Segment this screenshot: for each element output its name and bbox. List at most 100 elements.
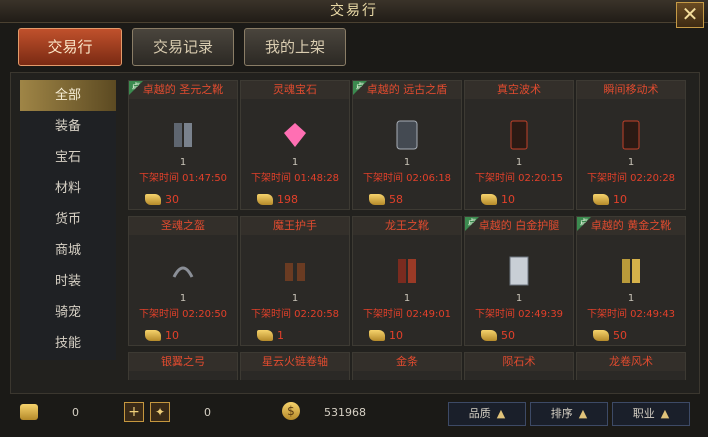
item-price: 1 — [257, 327, 284, 343]
scroll-icon — [622, 120, 640, 150]
item-name: 金条 — [353, 353, 461, 371]
item-name: 星云火链卷轴 — [241, 353, 349, 371]
sidebar-item-equipment[interactable]: 装备 — [20, 111, 116, 142]
sidebar-item-skills[interactable]: 技能 — [20, 328, 116, 359]
item-card[interactable]: 灵魂宝石 1 下架时间 01:48:28 198 — [240, 80, 350, 210]
item-name: 卓越的 远古之盾 — [353, 81, 461, 99]
coin-icon — [593, 329, 609, 341]
sidebar-item-all[interactable]: 全部 — [20, 80, 116, 111]
title-bar: 交易行 — [0, 0, 708, 23]
gold-amount: 531968 — [324, 406, 366, 419]
pet-icon: ✦ — [150, 402, 170, 422]
coin-icon — [369, 329, 385, 341]
trade-window: 交易行 ✕ 交易行 交易记录 我的上架 全部 装备 宝石 材料 货币 商城 时装… — [0, 0, 708, 437]
sidebar-item-fashion[interactable]: 时装 — [20, 266, 116, 297]
tab-records[interactable]: 交易记录 — [132, 28, 234, 66]
item-name: 魔王护手 — [241, 217, 349, 235]
item-price: 10 — [593, 191, 627, 207]
scroll-icon — [510, 120, 528, 150]
item-quantity: 1 — [403, 293, 411, 304]
leggings-icon — [509, 256, 529, 286]
item-card[interactable]: 金条 — [352, 352, 462, 380]
item-expire-time: 下架时间 02:20:58 — [250, 309, 340, 320]
tab-my-listings[interactable]: 我的上架 — [244, 28, 346, 66]
item-card[interactable]: 龙王之靴 1 下架时间 02:49:01 10 — [352, 216, 462, 346]
item-quantity: 1 — [179, 293, 187, 304]
coin-icon — [593, 193, 609, 205]
item-quantity: 1 — [515, 157, 523, 168]
item-quantity: 1 — [403, 157, 411, 168]
item-expire-time: 下架时间 02:20:28 — [586, 173, 676, 184]
close-icon[interactable]: ✕ — [676, 2, 704, 28]
item-quantity: 1 — [291, 293, 299, 304]
item-price: 10 — [369, 327, 403, 343]
quality-filter-button[interactable]: 品质 ▲ — [448, 402, 526, 426]
item-card[interactable]: 卓越的 白金护腿 卓 1 下架时间 02:49:39 50 — [464, 216, 574, 346]
item-card[interactable]: 陨石术 — [464, 352, 574, 380]
boots-icon — [174, 123, 192, 147]
item-name: 卓越的 白金护腿 — [465, 217, 573, 235]
coin-count: 0 — [72, 406, 79, 419]
item-card[interactable]: 瞬间移动术 1 下架时间 02:20:28 10 — [576, 80, 686, 210]
item-name: 卓越的 圣元之靴 — [129, 81, 237, 99]
item-expire-time: 下架时间 02:20:50 — [138, 309, 228, 320]
item-name: 龙卷风术 — [577, 353, 685, 371]
sort-button[interactable]: 排序 ▲ — [530, 402, 608, 426]
coin-icon — [481, 329, 497, 341]
item-quantity: 1 — [515, 293, 523, 304]
item-name: 灵魂宝石 — [241, 81, 349, 99]
item-name: 龙王之靴 — [353, 217, 461, 235]
gloves-icon — [285, 263, 305, 281]
sidebar-item-mall[interactable]: 商城 — [20, 235, 116, 266]
item-card[interactable]: 卓越的 黄金之靴 卓 1 下架时间 02:49:43 50 — [576, 216, 686, 346]
item-card[interactable]: 真空波术 1 下架时间 02:20:15 10 — [464, 80, 574, 210]
item-expire-time: 下架时间 02:49:01 — [362, 309, 452, 320]
window-title: 交易行 — [330, 3, 378, 19]
boots-icon — [398, 259, 416, 283]
item-name: 瞬间移动术 — [577, 81, 685, 99]
coin-icon — [20, 404, 38, 420]
item-quantity: 1 — [627, 157, 635, 168]
item-card[interactable]: 圣魂之盔 1 下架时间 02:20:50 10 — [128, 216, 238, 346]
item-card[interactable]: 星云火链卷轴 — [240, 352, 350, 380]
item-quantity: 1 — [179, 157, 187, 168]
item-price: 10 — [481, 191, 515, 207]
item-card[interactable]: 魔王护手 1 下架时间 02:20:58 1 — [240, 216, 350, 346]
coin-icon — [257, 329, 273, 341]
item-expire-time: 下架时间 02:06:18 — [362, 173, 452, 184]
item-name: 陨石术 — [465, 353, 573, 371]
item-price: 58 — [369, 191, 403, 207]
category-sidebar: 全部 装备 宝石 材料 货币 商城 时装 骑宠 技能 — [20, 80, 116, 360]
item-name: 卓越的 黄金之靴 — [577, 217, 685, 235]
coin-icon — [145, 193, 161, 205]
shield-icon — [396, 120, 418, 150]
sidebar-item-materials[interactable]: 材料 — [20, 173, 116, 204]
item-expire-time: 下架时间 02:49:43 — [586, 309, 676, 320]
helmet-icon — [172, 266, 194, 278]
pet-count: 0 — [204, 406, 211, 419]
item-name: 圣魂之盔 — [129, 217, 237, 235]
item-price: 50 — [481, 327, 515, 343]
coin-icon — [369, 193, 385, 205]
add-icon[interactable]: + — [124, 402, 144, 422]
class-filter-button[interactable]: 职业 ▲ — [612, 402, 690, 426]
gold-icon: $ — [282, 402, 300, 420]
item-price: 10 — [145, 327, 179, 343]
item-card[interactable]: 卓越的 远古之盾 卓 1 下架时间 02:06:18 58 — [352, 80, 462, 210]
item-card[interactable]: 龙卷风术 — [576, 352, 686, 380]
item-card[interactable]: 银翼之弓 — [128, 352, 238, 380]
coin-icon — [481, 193, 497, 205]
item-name: 银翼之弓 — [129, 353, 237, 371]
sidebar-item-gems[interactable]: 宝石 — [20, 142, 116, 173]
coin-icon — [257, 193, 273, 205]
item-price: 198 — [257, 191, 298, 207]
item-expire-time: 下架时间 01:48:28 — [250, 173, 340, 184]
item-expire-time: 下架时间 01:47:50 — [138, 173, 228, 184]
sidebar-item-mounts[interactable]: 骑宠 — [20, 297, 116, 328]
item-card[interactable]: 卓越的 圣元之靴 卓 1 下架时间 01:47:50 30 — [128, 80, 238, 210]
arrow-up-icon: ▲ — [578, 407, 588, 420]
item-grid: 卓越的 圣元之靴 卓 1 下架时间 01:47:50 30 灵魂宝石 1 下架时… — [128, 80, 688, 380]
arrow-up-icon: ▲ — [496, 407, 506, 420]
tab-market[interactable]: 交易行 — [18, 28, 122, 66]
sidebar-item-currency[interactable]: 货币 — [20, 204, 116, 235]
